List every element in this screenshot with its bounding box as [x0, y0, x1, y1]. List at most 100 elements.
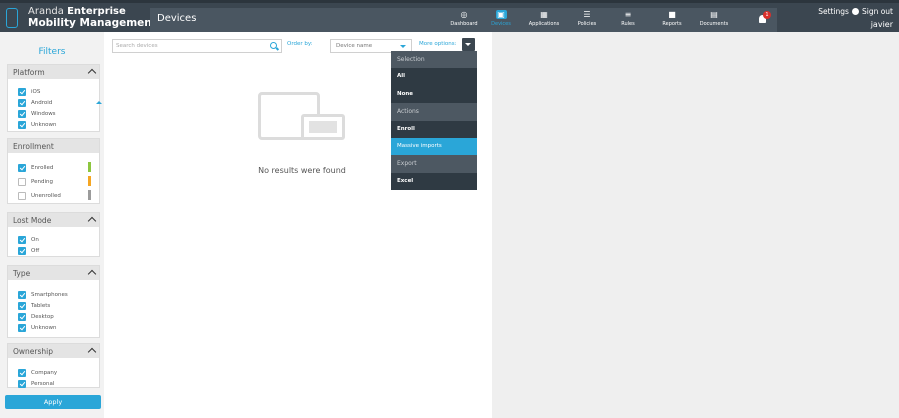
- filter-group-header[interactable]: Lost Mode: [8, 213, 99, 227]
- filter-option-pending[interactable]: Pending: [18, 176, 98, 186]
- filter-option-label: Personal: [31, 381, 55, 387]
- logo-line2: Mobility Management: [28, 17, 157, 29]
- section-tab: Devices: [150, 8, 490, 32]
- checkbox[interactable]: [18, 110, 26, 118]
- filter-option-label: Windows: [31, 111, 56, 117]
- filter-option-label: Pending: [31, 179, 53, 185]
- nav-devices[interactable]: ▣ Devices: [487, 8, 515, 32]
- checkbox[interactable]: [18, 121, 26, 129]
- filter-option-label: Off: [31, 248, 40, 254]
- checkbox[interactable]: [18, 88, 26, 96]
- nav-dashboard-label: Dashboard: [450, 21, 478, 27]
- checkbox[interactable]: [18, 99, 26, 107]
- checkbox[interactable]: [18, 313, 26, 321]
- tablet-screen: [309, 121, 337, 133]
- checkbox[interactable]: [18, 369, 26, 377]
- filter-option-label: Android: [31, 100, 53, 106]
- menu-item-massive-imports[interactable]: Massive imports: [391, 137, 477, 156]
- filter-group-type: Type Smartphones Tablets Desktop Unknown: [7, 265, 100, 338]
- menu-section-actions: Actions: [391, 103, 477, 121]
- filter-group-lost-mode: Lost Mode On Off: [7, 212, 100, 257]
- filter-option-enrolled[interactable]: Enrolled: [18, 162, 98, 172]
- filter-group-header[interactable]: Enrollment: [8, 139, 99, 153]
- nav-policies-label: Policies: [577, 21, 597, 27]
- username: javier: [870, 20, 893, 29]
- sign-out-link[interactable]: Sign out: [862, 7, 893, 16]
- status-color-bar: [88, 190, 91, 200]
- logo-line1: Aranda Enterprise: [28, 6, 126, 17]
- checkbox[interactable]: [18, 164, 26, 172]
- nav-reports-label: Reports: [662, 21, 682, 27]
- checkbox[interactable]: [18, 291, 26, 299]
- menu-item-all[interactable]: All: [391, 68, 477, 86]
- filter-option-label: On: [31, 237, 39, 243]
- filter-option-label: Company: [31, 370, 58, 376]
- filter-option-unenrolled[interactable]: Unenrolled: [18, 190, 98, 200]
- apply-button[interactable]: Apply: [5, 395, 101, 409]
- chevron-up-icon[interactable]: [87, 216, 97, 226]
- chevron-up-icon[interactable]: [87, 347, 97, 357]
- nav-rules[interactable]: ≡ Rules: [614, 8, 642, 32]
- dashboard-icon: ◎: [460, 10, 468, 19]
- filter-option-label: Unknown: [31, 122, 57, 128]
- checkbox[interactable]: [18, 247, 26, 255]
- checkbox[interactable]: [18, 236, 26, 244]
- documents-icon: ▤: [710, 10, 718, 19]
- filter-option-label: Unknown: [31, 325, 57, 331]
- more-options-label: More options:: [419, 41, 457, 47]
- more-options-button[interactable]: [462, 38, 475, 51]
- top-bar: Aranda Enterprise Mobility Management De…: [0, 0, 899, 32]
- status-color-bar: [88, 176, 91, 186]
- devices-empty-icon: [258, 92, 345, 140]
- nav-dashboard[interactable]: ◎ Dashboard: [450, 8, 478, 32]
- policies-icon: ☰: [583, 10, 591, 19]
- order-by-label: Order by:: [287, 41, 313, 47]
- nav-policies[interactable]: ☰ Policies: [573, 8, 601, 32]
- filter-group-header[interactable]: Ownership: [8, 344, 99, 358]
- menu-section-selection: Selection: [391, 51, 477, 69]
- page-title: Devices: [157, 13, 197, 24]
- filter-group-header[interactable]: Type: [8, 266, 99, 280]
- chevron-up-icon[interactable]: [87, 68, 97, 78]
- filters-sidebar: Filters Platform iOS Android Windows Unk…: [0, 40, 104, 418]
- nav-documents[interactable]: ▤ Documents: [697, 8, 731, 32]
- filter-group-title: Platform: [13, 68, 45, 77]
- menu-item-none[interactable]: None: [391, 85, 477, 104]
- search-input[interactable]: [113, 40, 263, 52]
- nav-devices-label: Devices: [491, 21, 511, 27]
- order-by-value: Device name: [336, 43, 373, 49]
- filter-group-ownership: Ownership Company Personal: [7, 343, 100, 388]
- gear-icon[interactable]: [851, 8, 859, 15]
- chevron-up-icon[interactable]: [87, 269, 97, 279]
- search-icon[interactable]: [270, 42, 277, 49]
- reports-icon: ■: [668, 10, 676, 19]
- sort-up-icon: [96, 101, 102, 104]
- chevron-down-icon: [465, 43, 471, 46]
- filter-group-header[interactable]: Platform: [8, 65, 99, 79]
- nav-applications[interactable]: ▦ Applications: [526, 8, 562, 32]
- nav-documents-label: Documents: [699, 21, 729, 27]
- account-links: Settings Sign out: [818, 7, 893, 16]
- notifications-bell-icon[interactable]: 1: [758, 11, 771, 24]
- filter-option-label: Smartphones: [31, 292, 68, 298]
- menu-item-excel[interactable]: Excel: [391, 172, 477, 191]
- checkbox[interactable]: [18, 302, 26, 310]
- chevron-down-icon: [400, 45, 406, 48]
- checkbox[interactable]: [18, 192, 26, 200]
- logo-prefix: Aranda: [28, 6, 64, 17]
- rules-icon: ≡: [624, 10, 632, 19]
- checkbox[interactable]: [18, 178, 26, 186]
- logo-icon: [6, 8, 18, 28]
- nav-reports[interactable]: ■ Reports: [658, 8, 686, 32]
- tablet-shape: [301, 114, 345, 140]
- menu-item-enroll[interactable]: Enroll: [391, 120, 477, 138]
- notification-badge: 1: [763, 11, 771, 19]
- checkbox[interactable]: [18, 380, 26, 388]
- settings-link[interactable]: Settings: [818, 7, 849, 16]
- filter-option-android[interactable]: Android: [18, 99, 102, 107]
- more-options-menu: Selection All None Actions Enroll Massiv…: [391, 51, 477, 191]
- filter-group-enrollment: Enrollment Enrolled Pending Unenrolled: [7, 138, 100, 204]
- checkbox[interactable]: [18, 324, 26, 332]
- nav-rules-label: Rules: [621, 21, 635, 27]
- status-color-bar: [88, 162, 91, 172]
